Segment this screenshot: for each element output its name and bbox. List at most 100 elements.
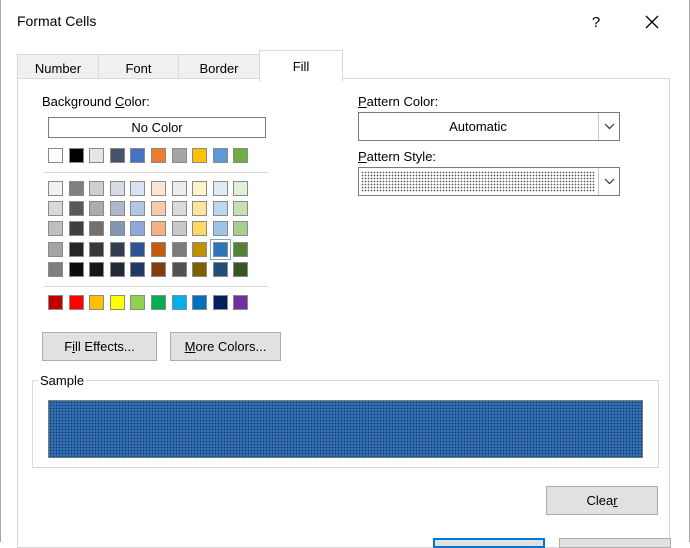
theme-shade-swatch[interactable]	[48, 181, 63, 196]
theme-shade-swatch[interactable]	[130, 221, 146, 237]
tab-strip: Number Font Border Fill	[17, 50, 343, 82]
sample-group	[32, 380, 659, 468]
theme-shade-swatch[interactable]	[130, 241, 146, 257]
ok-button[interactable]	[433, 538, 545, 548]
label-text: attern Style:	[366, 149, 437, 164]
theme-shade-swatch[interactable]	[89, 261, 105, 277]
pattern-color-dropdown[interactable]: Automatic	[358, 112, 620, 141]
theme-shade-swatch[interactable]	[130, 261, 146, 277]
theme-shade-swatch[interactable]	[171, 221, 187, 237]
help-button[interactable]: ?	[579, 6, 613, 38]
palette-divider	[44, 172, 268, 173]
more-colors-button[interactable]: More Colors...	[170, 332, 281, 361]
theme-color-swatch[interactable]	[192, 148, 208, 163]
standard-color-swatch[interactable]	[151, 295, 166, 310]
background-color-label: Background Color:	[42, 94, 150, 109]
theme-shade-swatch[interactable]	[89, 181, 105, 196]
theme-shade-swatch[interactable]	[192, 221, 208, 237]
standard-color-swatch[interactable]	[48, 295, 63, 310]
theme-shade-swatch[interactable]	[68, 241, 84, 257]
pattern-color-label: Pattern Color:	[358, 94, 438, 109]
label-accelerator: C	[115, 94, 125, 109]
theme-shade-swatch[interactable]	[171, 241, 187, 257]
sample-label: Sample	[38, 373, 87, 388]
theme-shade-swatch[interactable]	[151, 221, 166, 237]
cancel-button[interactable]	[559, 538, 671, 548]
label-text: attern Color:	[366, 94, 439, 109]
theme-shade-swatch[interactable]	[48, 261, 63, 277]
label-text: Background	[42, 94, 115, 109]
theme-shade-swatch[interactable]	[68, 221, 84, 237]
standard-color-swatch[interactable]	[130, 295, 146, 310]
theme-shade-swatch[interactable]	[68, 181, 84, 196]
theme-shade-swatch[interactable]	[212, 181, 228, 196]
theme-shade-swatch[interactable]	[89, 221, 105, 237]
dropdown-arrow[interactable]	[598, 113, 619, 140]
theme-shade-swatch[interactable]	[233, 181, 249, 196]
theme-shade-swatch[interactable]	[89, 201, 105, 217]
theme-shade-swatch[interactable]	[68, 201, 84, 217]
theme-color-swatch[interactable]	[130, 148, 146, 163]
theme-shade-swatch[interactable]	[212, 201, 228, 217]
theme-shade-swatch[interactable]	[109, 261, 125, 277]
theme-shade-swatch[interactable]	[48, 241, 63, 257]
dropdown-arrow[interactable]	[598, 168, 619, 195]
theme-color-swatch[interactable]	[171, 148, 187, 163]
theme-shade-swatch[interactable]	[233, 221, 249, 237]
theme-shade-swatch[interactable]	[192, 201, 208, 217]
theme-shade-swatch[interactable]	[209, 238, 231, 260]
theme-shade-swatch[interactable]	[151, 261, 166, 277]
theme-shade-swatch[interactable]	[48, 201, 63, 217]
theme-shade-swatch[interactable]	[212, 261, 228, 277]
standard-color-swatch[interactable]	[233, 295, 249, 310]
theme-color-swatch[interactable]	[151, 148, 166, 163]
standard-color-swatch[interactable]	[212, 295, 228, 310]
theme-shade-swatch[interactable]	[68, 261, 84, 277]
sample-preview	[48, 400, 643, 458]
clear-button[interactable]: Clea r	[546, 486, 658, 515]
fill-effects-button[interactable]: Fi ll Effects...	[42, 332, 157, 361]
theme-shade-swatch[interactable]	[109, 181, 125, 196]
label-text: Clea	[586, 493, 614, 508]
theme-shade-swatch[interactable]	[151, 241, 166, 257]
standard-color-swatch[interactable]	[109, 295, 125, 310]
label-text: olor:	[124, 94, 150, 109]
label-accelerator: M	[184, 339, 196, 354]
theme-shade-swatch[interactable]	[151, 201, 166, 217]
standard-color-swatch[interactable]	[89, 295, 105, 310]
theme-shade-swatch[interactable]	[151, 181, 166, 196]
theme-color-swatch[interactable]	[233, 148, 249, 163]
standard-color-swatch[interactable]	[192, 295, 208, 310]
theme-shade-swatch[interactable]	[192, 241, 208, 257]
theme-shade-swatch[interactable]	[171, 181, 187, 196]
theme-shade-swatch[interactable]	[233, 261, 249, 277]
theme-shade-swatch[interactable]	[192, 261, 208, 277]
theme-color-swatch[interactable]	[109, 148, 125, 163]
theme-shade-swatch[interactable]	[171, 201, 187, 217]
theme-shade-swatch[interactable]	[109, 201, 125, 217]
theme-shade-swatch[interactable]	[233, 241, 249, 257]
theme-shade-swatch[interactable]	[212, 221, 228, 237]
theme-shade-swatch[interactable]	[233, 201, 249, 217]
theme-shade-swatch[interactable]	[171, 261, 187, 277]
theme-shade-swatch[interactable]	[192, 181, 208, 196]
theme-color-swatch[interactable]	[68, 148, 84, 163]
tab-fill[interactable]: Fill	[259, 50, 343, 82]
standard-color-swatch[interactable]	[68, 295, 84, 310]
theme-shade-swatch[interactable]	[48, 221, 63, 237]
standard-color-swatch[interactable]	[171, 295, 187, 310]
theme-shade-swatch[interactable]	[109, 241, 125, 257]
theme-color-swatch[interactable]	[48, 148, 63, 163]
theme-shade-swatch[interactable]	[130, 201, 146, 217]
close-button[interactable]	[633, 6, 671, 38]
label-accelerator: r	[613, 493, 618, 508]
dialog-title: Format Cells	[17, 13, 97, 29]
no-color-button[interactable]: No Color	[48, 117, 266, 138]
theme-shade-swatch[interactable]	[109, 221, 125, 237]
theme-shade-swatch[interactable]	[89, 241, 105, 257]
dotted-pattern-preview	[361, 171, 595, 192]
theme-color-swatch[interactable]	[89, 148, 105, 163]
pattern-style-dropdown[interactable]	[358, 167, 620, 196]
theme-color-swatch[interactable]	[212, 148, 228, 163]
theme-shade-swatch[interactable]	[130, 181, 146, 196]
